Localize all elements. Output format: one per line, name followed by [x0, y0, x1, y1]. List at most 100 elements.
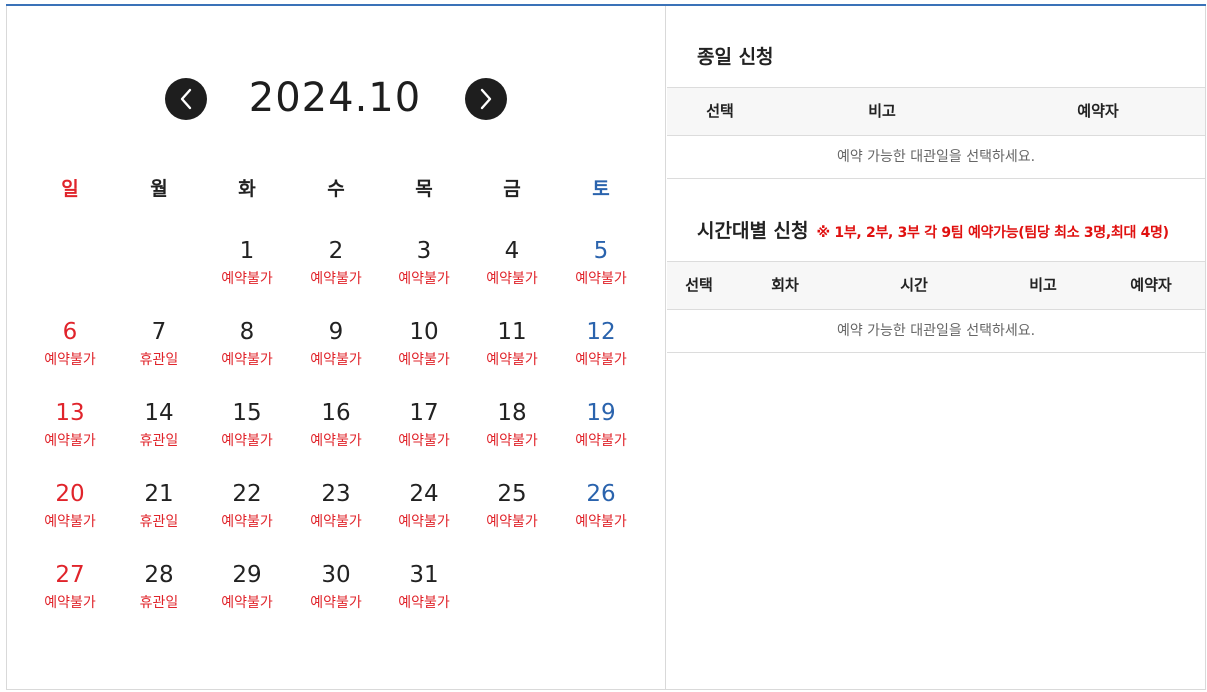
day-status: 예약불가 [310, 433, 362, 449]
day-status: 휴관일 [139, 514, 179, 530]
day-number: 28 [144, 562, 174, 588]
time-slot-heading: 시간대별 신청 ※ 1부, 2부, 3부 각 9팀 예약가능(팀당 최소 3명,최… [697, 216, 1169, 243]
day-status: 휴관일 [139, 595, 179, 611]
calendar-day[interactable]: 29 예약불가 [203, 560, 291, 630]
day-status: 예약불가 [575, 433, 627, 449]
calendar-day[interactable]: 23 예약불가 [292, 479, 380, 549]
day-number: 5 [593, 238, 609, 264]
day-number: 7 [151, 319, 167, 345]
calendar-day[interactable]: 16 예약불가 [292, 398, 380, 468]
day-status: 예약불가 [398, 433, 450, 449]
calendar-day[interactable]: 5 예약불가 [557, 236, 645, 306]
day-status: 예약불가 [310, 595, 362, 611]
calendar-day[interactable]: 18 예약불가 [468, 398, 556, 468]
day-status: 예약불가 [486, 433, 538, 449]
day-number: 25 [497, 481, 527, 507]
calendar-day[interactable]: 27 예약불가 [26, 560, 114, 630]
full-day-col-booker: 예약자 [1077, 102, 1119, 120]
prev-month-button[interactable] [165, 78, 207, 120]
day-status: 예약불가 [575, 271, 627, 287]
weekday-header: 일 월 화 수 목 금 토 [6, 174, 666, 210]
day-status: 예약불가 [221, 595, 273, 611]
full-day-table-header: 선택 비고 예약자 [667, 87, 1205, 136]
calendar-day[interactable]: 7 휴관일 [115, 317, 203, 387]
time-slot-col-select: 선택 [685, 276, 713, 294]
calendar-day[interactable]: 21 휴관일 [115, 479, 203, 549]
day-status: 예약불가 [221, 352, 273, 368]
weekday-wed: 수 [327, 178, 345, 200]
day-number: 6 [62, 319, 78, 345]
calendar-day[interactable]: 31 예약불가 [380, 560, 468, 630]
day-number: 24 [409, 481, 439, 507]
time-slot-col-booker: 예약자 [1130, 276, 1172, 294]
time-slot-empty-message: 예약 가능한 대관일을 선택하세요. [667, 310, 1205, 353]
calendar-day[interactable]: 3 예약불가 [380, 236, 468, 306]
calendar-day[interactable]: 22 예약불가 [203, 479, 291, 549]
calendar-day[interactable]: 26 예약불가 [557, 479, 645, 549]
day-number: 26 [586, 481, 616, 507]
calendar-day[interactable]: 4 예약불가 [468, 236, 556, 306]
day-status: 예약불가 [221, 433, 273, 449]
month-title: 2024.10 [248, 75, 422, 121]
day-number: 1 [239, 238, 255, 264]
day-number: 22 [232, 481, 262, 507]
calendar-day[interactable]: 2 예약불가 [292, 236, 380, 306]
time-slot-note: ※ 1부, 2부, 3부 각 9팀 예약가능(팀당 최소 3명,최대 4명) [816, 225, 1170, 241]
weekday-mon: 월 [150, 178, 168, 200]
day-number: 23 [321, 481, 351, 507]
time-slot-col-note: 비고 [1029, 276, 1057, 294]
weekday-fri: 금 [503, 178, 521, 200]
time-slot-col-round: 회차 [771, 276, 799, 294]
day-number: 21 [144, 481, 174, 507]
calendar-day[interactable]: 19 예약불가 [557, 398, 645, 468]
weekday-thu: 목 [415, 178, 433, 200]
next-month-button[interactable] [465, 78, 507, 120]
calendar-day[interactable]: 15 예약불가 [203, 398, 291, 468]
calendar-day[interactable]: 1 예약불가 [203, 236, 291, 306]
calendar-day[interactable]: 13 예약불가 [26, 398, 114, 468]
time-slot-title: 시간대별 신청 [697, 220, 809, 242]
calendar-day[interactable]: 10 예약불가 [380, 317, 468, 387]
day-number: 14 [144, 400, 174, 426]
full-day-title: 종일 신청 [697, 46, 774, 68]
calendar-day[interactable]: 24 예약불가 [380, 479, 468, 549]
day-number: 4 [504, 238, 520, 264]
reservation-panel: 종일 신청 선택 비고 예약자 예약 가능한 대관일을 선택하세요. 시간대별 … [667, 6, 1205, 690]
full-day-empty-message: 예약 가능한 대관일을 선택하세요. [667, 136, 1205, 179]
day-number: 2 [328, 238, 344, 264]
calendar-day[interactable]: 28 휴관일 [115, 560, 203, 630]
day-number: 16 [321, 400, 351, 426]
day-status: 예약불가 [310, 514, 362, 530]
day-status: 예약불가 [398, 514, 450, 530]
calendar-day[interactable]: 6 예약불가 [26, 317, 114, 387]
day-number: 29 [232, 562, 262, 588]
calendar-day[interactable]: 14 휴관일 [115, 398, 203, 468]
day-status: 예약불가 [398, 271, 450, 287]
day-status: 예약불가 [486, 514, 538, 530]
calendar-day[interactable]: 11 예약불가 [468, 317, 556, 387]
day-number: 18 [497, 400, 527, 426]
time-slot-table-header: 선택 회차 시간 비고 예약자 [667, 261, 1205, 310]
calendar-header: 2024.10 [6, 68, 666, 128]
day-status: 예약불가 [221, 271, 273, 287]
calendar-day[interactable]: 17 예약불가 [380, 398, 468, 468]
calendar-day[interactable]: 20 예약불가 [26, 479, 114, 549]
day-number: 9 [328, 319, 344, 345]
day-status: 예약불가 [310, 271, 362, 287]
calendar-day[interactable]: 9 예약불가 [292, 317, 380, 387]
chevron-right-icon [480, 88, 492, 110]
calendar-day[interactable]: 12 예약불가 [557, 317, 645, 387]
day-number: 19 [586, 400, 616, 426]
calendar-day[interactable]: 8 예약불가 [203, 317, 291, 387]
day-status: 예약불가 [44, 352, 96, 368]
day-number: 17 [409, 400, 439, 426]
day-status: 예약불가 [44, 595, 96, 611]
day-number: 8 [239, 319, 255, 345]
day-number: 15 [232, 400, 262, 426]
day-number: 10 [409, 319, 439, 345]
day-status: 예약불가 [44, 433, 96, 449]
full-day-col-select: 선택 [706, 102, 734, 120]
day-number: 30 [321, 562, 351, 588]
calendar-day[interactable]: 30 예약불가 [292, 560, 380, 630]
calendar-day[interactable]: 25 예약불가 [468, 479, 556, 549]
